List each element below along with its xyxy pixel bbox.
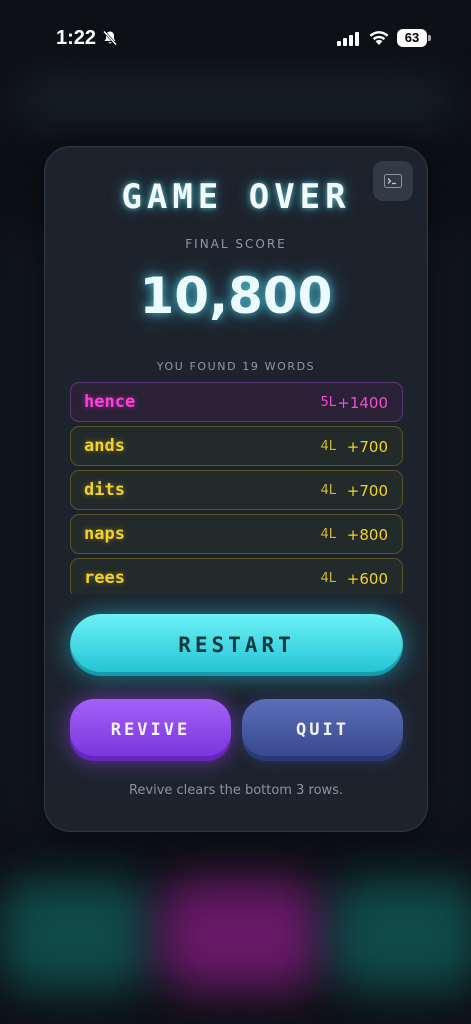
words-found-label: YOU FOUND 19 WORDS: [156, 360, 316, 373]
word-row: dits 4L +700: [70, 470, 403, 510]
revive-button[interactable]: REVIVE: [70, 699, 231, 761]
final-score-value: 10,800: [139, 267, 333, 325]
bell-slash-icon: [103, 30, 117, 46]
word-row: ands 4L +700: [70, 426, 403, 466]
word-row: hence 5L +1400: [70, 382, 403, 422]
signal-icon: [337, 32, 359, 46]
restart-button[interactable]: RESTART: [70, 614, 403, 676]
status-time: 1:22: [56, 27, 97, 49]
word-length: 4L: [320, 483, 336, 498]
wifi-icon: [369, 31, 389, 45]
word-points: +700: [346, 438, 388, 456]
final-score-label: FINAL SCORE: [185, 237, 287, 251]
word-text: naps: [84, 524, 125, 544]
background-tile-left: [0, 880, 150, 990]
background-header: [20, 82, 451, 122]
quit-label: QUIT: [296, 720, 349, 740]
restart-label: RESTART: [178, 633, 295, 657]
word-text: rees: [84, 568, 125, 588]
word-points: +600: [346, 570, 388, 588]
found-words-list[interactable]: hence 5L +1400 ands 4L +700 dits 4L +700…: [70, 382, 403, 594]
game-over-title: GAME OVER: [121, 177, 351, 217]
revive-label: REVIVE: [110, 720, 191, 740]
background-tile-right: [330, 880, 471, 990]
word-length: 4L: [320, 571, 336, 586]
game-over-modal: GAME OVER FINAL SCORE 10,800 YOU FOUND 1…: [44, 146, 428, 832]
quit-button[interactable]: QUIT: [242, 699, 403, 761]
word-text: hence: [84, 392, 136, 412]
word-points: +800: [346, 526, 388, 544]
word-row: rees 4L +600: [70, 558, 403, 594]
word-length: 5L: [320, 395, 336, 410]
background-tile-center: [160, 880, 320, 990]
word-text: dits: [84, 480, 125, 500]
battery-icon: 63: [397, 29, 431, 47]
word-row: naps 4L +800: [70, 514, 403, 554]
revive-hint: Revive clears the bottom 3 rows.: [128, 783, 344, 798]
word-length: 4L: [320, 527, 336, 542]
word-length: 4L: [320, 439, 336, 454]
word-text: ands: [84, 436, 125, 456]
status-bar: 1:22 63: [0, 0, 471, 70]
word-points: +1400: [337, 394, 388, 412]
word-points: +700: [346, 482, 388, 500]
